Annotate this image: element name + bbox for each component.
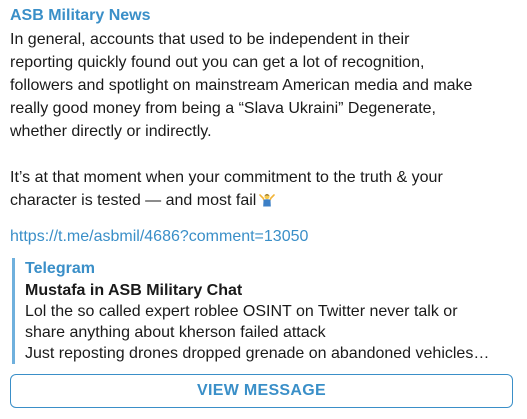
message-line: whether directly or indirectly. bbox=[10, 123, 212, 140]
message-line-with-emoji: character is tested — and most fail bbox=[10, 189, 517, 212]
comment-link[interactable]: https://t.me/asbmil/4686?comment=13050 bbox=[10, 226, 308, 248]
view-message-button[interactable]: VIEW MESSAGE bbox=[10, 374, 513, 408]
message-body: In general, accounts that used to be ind… bbox=[10, 28, 517, 212]
preview-site-name: Telegram bbox=[25, 260, 95, 277]
message-line-text: character is tested — and most fail bbox=[10, 192, 257, 209]
preview-description: Lol the so called expert roblee OSINT on… bbox=[25, 301, 517, 364]
channel-post: ASB Military News In general, accounts t… bbox=[0, 0, 527, 419]
channel-name-link[interactable]: ASB Military News bbox=[10, 6, 517, 26]
person-shrugging-icon bbox=[259, 193, 276, 207]
message-line: reporting quickly found out you can get … bbox=[10, 54, 425, 71]
message-line: really good money from being a “Slava Uk… bbox=[10, 100, 436, 117]
message-line: followers and spotlight on mainstream Am… bbox=[10, 77, 473, 94]
preview-description-line: share anything about kherson failed atta… bbox=[25, 324, 326, 341]
message-line: In general, accounts that used to be ind… bbox=[10, 31, 410, 48]
preview-title: Mustafa in ASB Military Chat bbox=[25, 282, 243, 299]
message-line: It’s at that moment when your commitment… bbox=[10, 169, 443, 186]
preview-description-line: Lol the so called expert roblee OSINT on… bbox=[25, 303, 458, 320]
link-preview[interactable]: Telegram Mustafa in ASB Military Chat Lo… bbox=[12, 258, 517, 364]
preview-description-line: Just reposting drones dropped grenade on… bbox=[25, 345, 490, 362]
